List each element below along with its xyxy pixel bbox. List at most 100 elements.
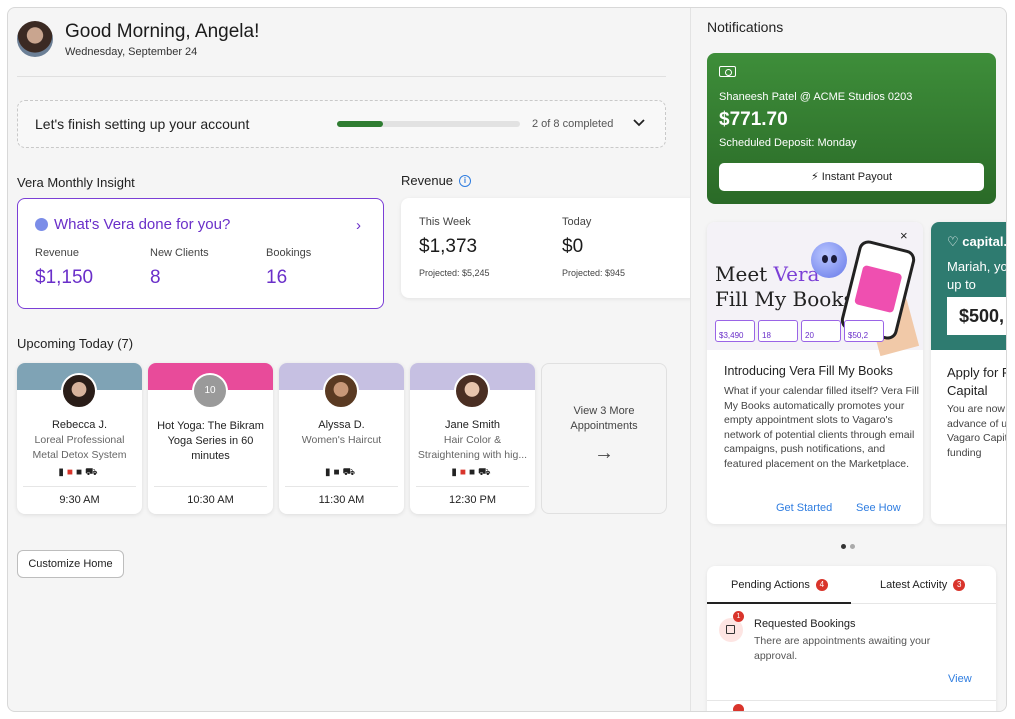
capital-logo: ♡ capital. bbox=[947, 234, 1007, 249]
appointment-client: Jane Smith bbox=[444, 419, 501, 431]
appointment-client: Rebecca J. bbox=[51, 419, 108, 431]
metric-value: 16 bbox=[266, 267, 288, 288]
capital-banner: ♡ capital. Mariah, yo for up to $500, bbox=[931, 222, 1007, 350]
appointment-client: Alyssa D. bbox=[318, 419, 365, 431]
view-more-appointments-button[interactable]: View 3 More Appointments → bbox=[541, 363, 667, 514]
tab-pending-actions[interactable]: Pending Actions 4 bbox=[731, 579, 828, 591]
appointment-time: 11:30 AM bbox=[318, 494, 365, 506]
mini-stat: 18 bbox=[758, 320, 798, 342]
calendar-glyph bbox=[726, 625, 735, 634]
pending-badge: 1 bbox=[733, 611, 744, 622]
appointment-card[interactable]: Jane Smith Hair Color & Straightening wi… bbox=[410, 363, 535, 514]
customize-home-button[interactable]: Customize Home bbox=[17, 550, 124, 578]
capital-amount: $500, bbox=[947, 297, 1006, 335]
payout-amount: $771.70 bbox=[719, 109, 788, 130]
count-badge: 4 bbox=[815, 579, 828, 591]
appointment-card[interactable]: Rebecca J. Loreal Professional Metal Det… bbox=[17, 363, 142, 514]
home-main: Good Morning, Angela! Wednesday, Septemb… bbox=[8, 8, 701, 711]
mini-stat-value: $3,490 bbox=[719, 331, 744, 340]
payee-name: Shaneesh Patel @ ACME Studios 0203 bbox=[719, 91, 913, 103]
metric-label: New Clients bbox=[150, 247, 209, 259]
app-frame: Good Morning, Angela! Wednesday, Septemb… bbox=[7, 7, 1007, 712]
avatar bbox=[323, 373, 359, 409]
appointment-time: 12:30 PM bbox=[448, 494, 497, 506]
divider bbox=[707, 700, 996, 701]
metric-label: Bookings bbox=[266, 247, 312, 259]
mini-stat-value: $50,2 bbox=[848, 331, 869, 340]
appointment-card[interactable]: Alyssa D. Women's Haircut ▮■⛟ 11:30 AM bbox=[279, 363, 404, 514]
revenue-value: $0 bbox=[562, 236, 584, 257]
divider bbox=[23, 486, 136, 487]
chevron-down-icon[interactable] bbox=[632, 115, 646, 129]
divider bbox=[416, 486, 529, 487]
capital-heading: Apply for F Capital bbox=[947, 365, 1007, 398]
payout-card: Shaneesh Patel @ ACME Studios 0203 $771.… bbox=[707, 53, 996, 204]
activity-tabs-card: Pending Actions 4 Latest Activity 3 1 Requ… bbox=[707, 566, 996, 711]
insight-question: What's Vera done for you? bbox=[54, 216, 231, 233]
chevron-right-icon[interactable]: › bbox=[356, 217, 361, 234]
vera-fill-my-books-card[interactable]: Meet Vera Fill My Books $3,490 18 20 $50,… bbox=[707, 222, 923, 524]
tab-latest-activity[interactable]: Latest Activity 3 bbox=[880, 579, 966, 591]
vera-robot-icon bbox=[811, 242, 847, 278]
appointment-card[interactable]: 10 Hot Yoga: The Bikram Yoga Series in 6… bbox=[148, 363, 273, 514]
user-avatar[interactable] bbox=[17, 21, 53, 57]
metric-value: $1,150 bbox=[35, 267, 94, 288]
vera-insight-card[interactable]: What's Vera done for you? › Revenue $1,1… bbox=[17, 198, 384, 309]
see-how-link[interactable]: See How bbox=[856, 502, 901, 514]
cash-icon bbox=[719, 66, 736, 77]
current-date: Wednesday, September 24 bbox=[65, 46, 198, 58]
revenue-label: This Week bbox=[419, 216, 471, 228]
notifications-title: Notifications bbox=[707, 19, 784, 35]
promo-line1-a: Meet bbox=[715, 262, 774, 286]
revenue-projected: Projected: $945 bbox=[562, 268, 626, 278]
carousel-dots[interactable] bbox=[841, 536, 859, 554]
setup-title: Let's finish setting up your account bbox=[35, 116, 250, 132]
revenue-value: $1,373 bbox=[419, 236, 478, 257]
revenue-card: This Week $1,373 Projected: $5,245 Today… bbox=[401, 198, 701, 298]
tab-label: Latest Activity bbox=[880, 579, 948, 591]
view-link[interactable]: View bbox=[948, 673, 972, 685]
appointment-status-icons: ▮■■⛟ bbox=[451, 467, 494, 478]
mini-stat: 20 bbox=[801, 320, 841, 342]
promo-body: What if your calendar filled itself? Ver… bbox=[724, 385, 919, 470]
appointment-time: 10:30 AM bbox=[187, 494, 234, 506]
close-icon[interactable]: × bbox=[900, 228, 908, 243]
metric-value: 8 bbox=[150, 267, 161, 288]
appointment-class: Hot Yoga: The Bikram Yoga Series in 60 m… bbox=[157, 420, 264, 462]
mini-stat: $50,2 bbox=[844, 320, 884, 342]
divider bbox=[154, 486, 267, 487]
appointment-status-icons: ▮■⛟ bbox=[324, 467, 359, 478]
setup-progress-bar bbox=[337, 121, 520, 127]
phone-screen bbox=[853, 264, 903, 314]
carousel-dot-active[interactable] bbox=[841, 544, 846, 549]
active-tab-indicator bbox=[707, 602, 851, 604]
view-more-label: View 3 More Appointments bbox=[570, 405, 638, 432]
appointment-service: Women's Haircut bbox=[301, 434, 382, 446]
greeting: Good Morning, Angela! bbox=[65, 21, 260, 42]
appointment-service: Loreal Professional Metal Detox System bbox=[32, 434, 127, 461]
setup-progress-count: 2 of 8 completed bbox=[532, 118, 614, 130]
avatar bbox=[454, 373, 490, 409]
mini-stat-value: 20 bbox=[805, 331, 814, 340]
info-icon[interactable]: i bbox=[459, 175, 471, 187]
get-started-link[interactable]: Get Started bbox=[776, 502, 832, 514]
deposit-schedule: Scheduled Deposit: Monday bbox=[719, 137, 857, 149]
pending-body: There are appointments awaiting your app… bbox=[754, 635, 931, 662]
account-setup-panel[interactable]: Let's finish setting up your account 2 o… bbox=[17, 100, 666, 148]
divider bbox=[285, 486, 398, 487]
instant-payout-button[interactable]: ⚡ Instant Payout bbox=[719, 163, 984, 191]
pending-title: Requested Bookings bbox=[754, 618, 856, 630]
upcoming-section-title: Upcoming Today (7) bbox=[17, 336, 134, 351]
arrow-right-icon: → bbox=[594, 442, 614, 464]
carousel-dot[interactable] bbox=[850, 544, 855, 549]
capital-card[interactable]: ♡ capital. Mariah, yo for up to $500, Ap… bbox=[931, 222, 1007, 524]
promo-illustration: Meet Vera Fill My Books $3,490 18 20 $50,… bbox=[707, 222, 923, 357]
appointment-status-icons: ▮■■⛟ bbox=[58, 467, 101, 478]
mini-stat: $3,490 bbox=[715, 320, 755, 342]
revenue-section-title: Revenue bbox=[401, 173, 454, 188]
insight-section-title: Vera Monthly Insight bbox=[17, 175, 135, 190]
divider bbox=[17, 76, 666, 77]
revenue-label: Today bbox=[562, 216, 592, 228]
appointment-service: Hair Color & Straightening with hig... bbox=[417, 434, 528, 461]
mini-stat-value: 18 bbox=[762, 331, 771, 340]
